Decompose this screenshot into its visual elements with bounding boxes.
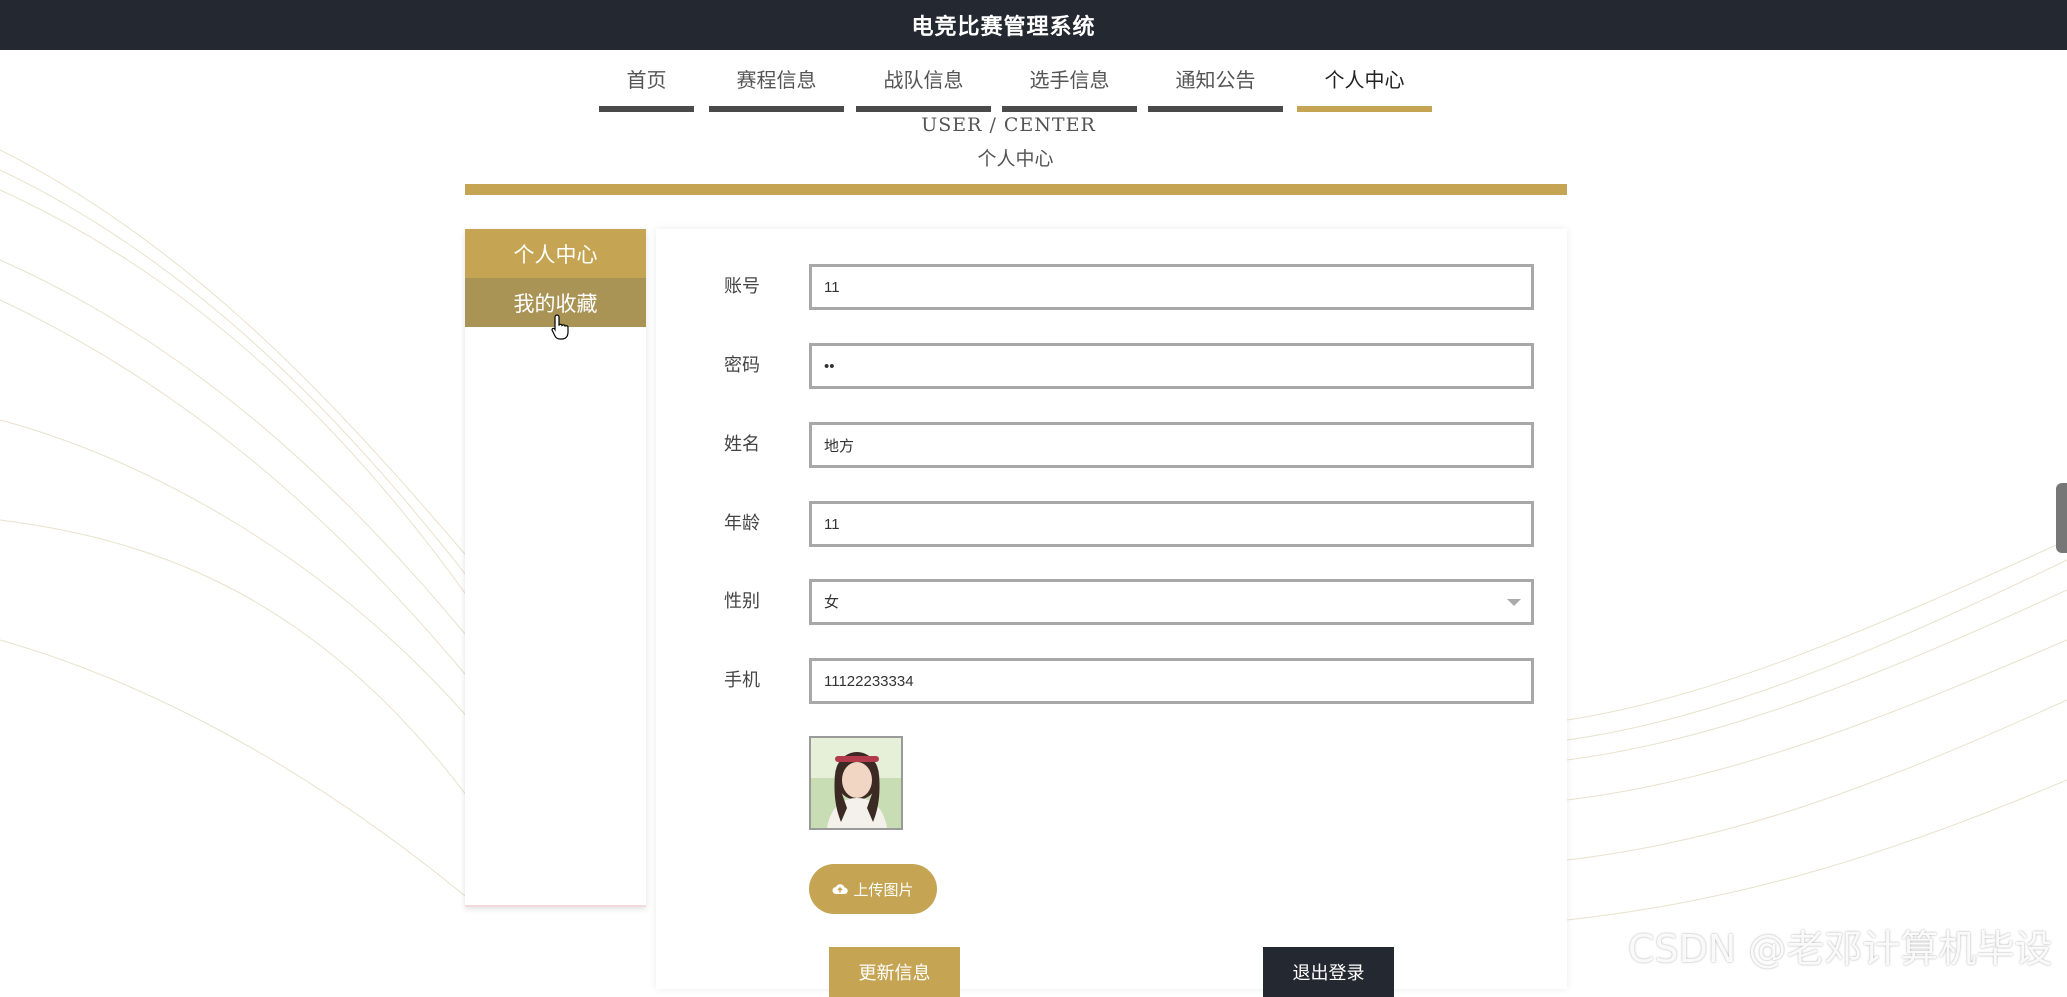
site-title: 电竞比赛管理系统 (911, 15, 1096, 40)
gender-selected-value: 女 (824, 593, 840, 611)
update-info-button[interactable]: 更新信息 (829, 947, 960, 997)
form-row-age: 年龄 (656, 501, 1567, 547)
cloud-upload-icon (832, 884, 849, 894)
nav-item-label: 首页 (626, 67, 667, 92)
form-row-account: 账号 (656, 264, 1567, 310)
nav-item-label: 通知公告 (1175, 67, 1256, 92)
name-label: 姓名 (724, 434, 760, 455)
gender-label: 性别 (724, 591, 760, 612)
gender-select[interactable]: 女 (809, 579, 1534, 625)
age-field[interactable] (809, 501, 1534, 547)
page-title-english: USER / CENTER (921, 114, 1096, 136)
form-row-phone: 手机 (656, 658, 1567, 704)
upload-image-button[interactable]: 上传图片 (809, 864, 937, 914)
phone-field[interactable] (809, 658, 1534, 704)
nav-item-label: 选手信息 (1029, 67, 1110, 92)
nav-item-user-center[interactable]: 个人中心 (1297, 50, 1432, 112)
nav-item-teams[interactable]: 战队信息 (856, 50, 991, 112)
nav-item-label: 战队信息 (883, 67, 964, 92)
phone-label: 手机 (724, 670, 760, 691)
name-field[interactable] (809, 422, 1534, 468)
nav-item-schedule[interactable]: 赛程信息 (709, 50, 844, 112)
form-row-name: 姓名 (656, 422, 1567, 468)
nav-item-label: 个人中心 (1324, 67, 1405, 92)
password-label: 密码 (724, 355, 760, 376)
top-header-bar: 电竞比赛管理系统 (0, 0, 2067, 50)
password-field[interactable] (809, 343, 1534, 389)
header-divider (465, 184, 1567, 195)
scroll-handle[interactable] (2056, 483, 2067, 553)
main-navigation: 首页 赛程信息 战队信息 选手信息 通知公告 个人中心 (0, 50, 2067, 112)
account-field[interactable] (809, 264, 1534, 310)
sidebar-item-user-center[interactable]: 个人中心 (465, 229, 646, 278)
chevron-down-icon (1507, 599, 1521, 606)
upload-button-label: 上传图片 (853, 880, 914, 899)
nav-item-home[interactable]: 首页 (599, 50, 694, 112)
profile-form-panel: 账号 密码 姓名 年龄 性别 女 手机 (656, 229, 1567, 997)
avatar-image (809, 736, 903, 830)
account-label: 账号 (724, 276, 760, 297)
form-row-password: 密码 (656, 343, 1567, 389)
nav-item-players[interactable]: 选手信息 (1002, 50, 1137, 112)
form-row-gender: 性别 女 (656, 579, 1567, 625)
nav-item-label: 赛程信息 (736, 67, 817, 92)
hand-cursor-icon (551, 314, 569, 340)
page-title: 个人中心 (977, 148, 1054, 170)
age-label: 年龄 (724, 513, 760, 534)
logout-button[interactable]: 退出登录 (1263, 947, 1394, 997)
nav-item-announcements[interactable]: 通知公告 (1148, 50, 1283, 112)
watermark-text: CSDN @老邓计算机毕设 (1628, 927, 2053, 971)
